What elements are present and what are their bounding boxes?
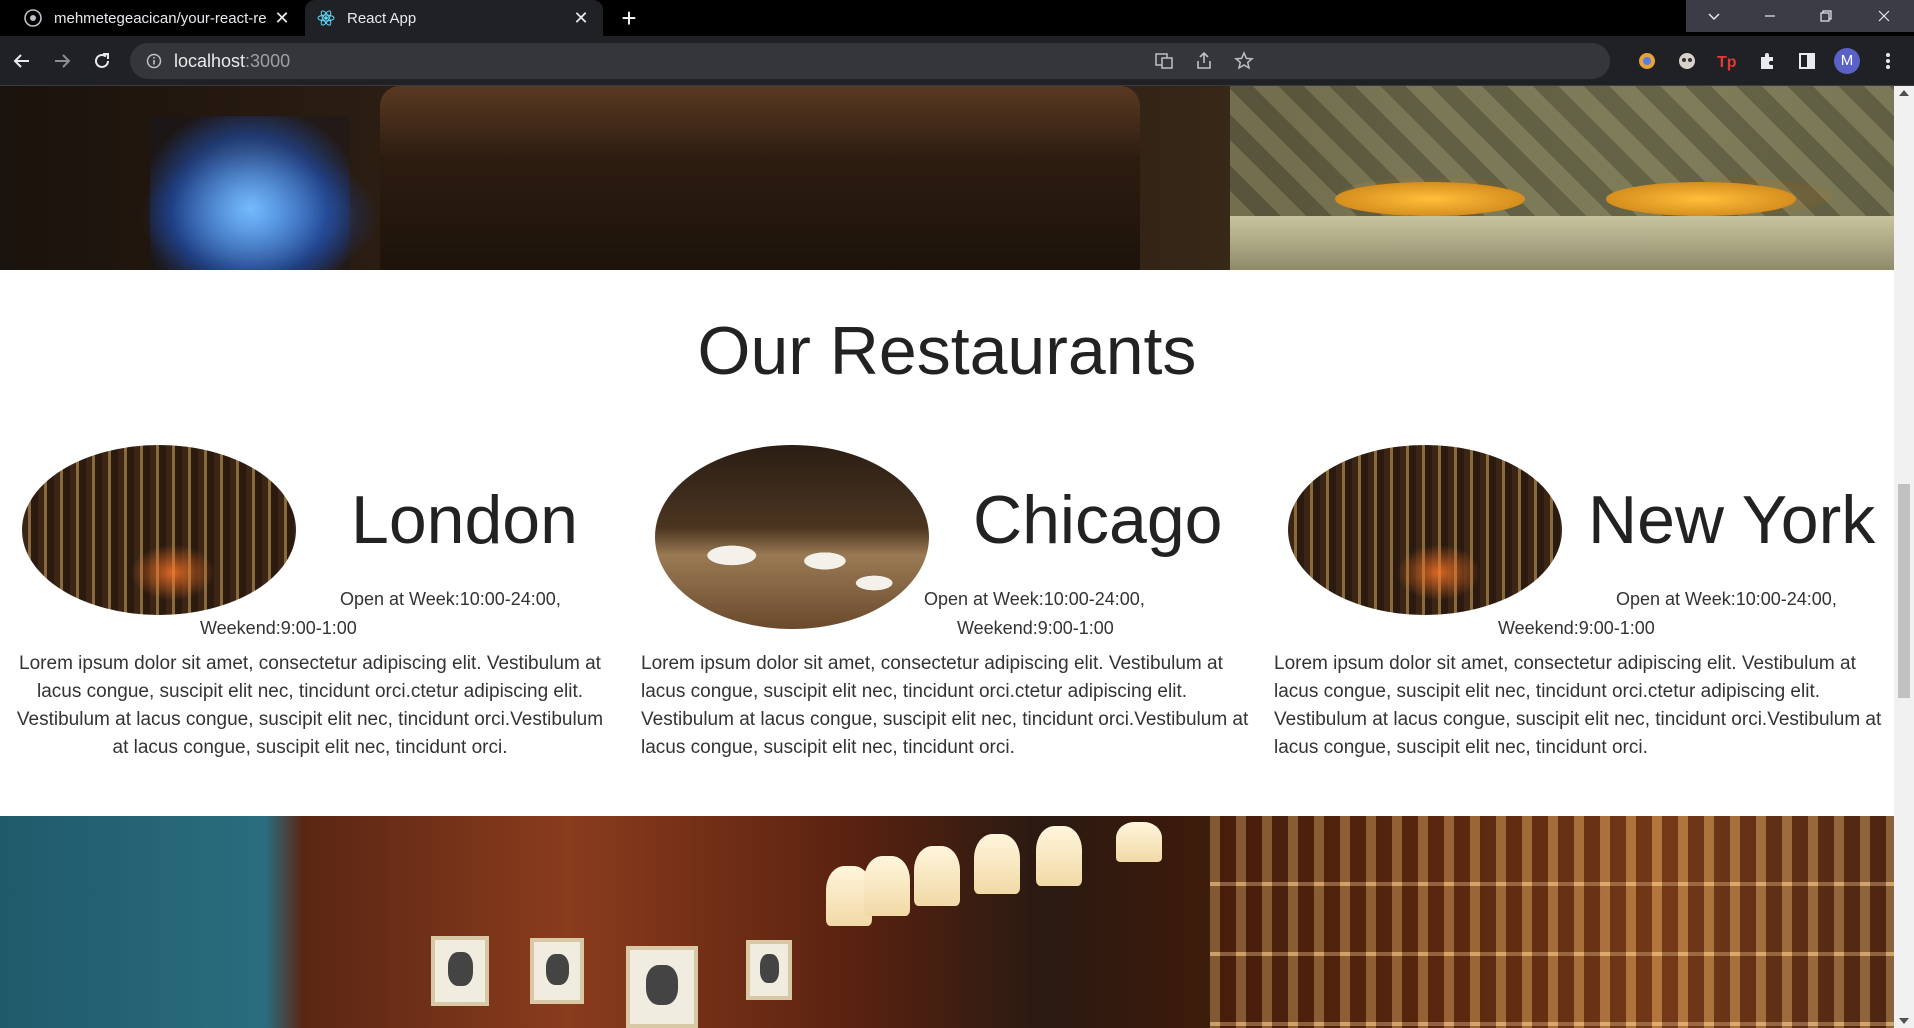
translate-icon[interactable] <box>1154 51 1174 71</box>
extensions-puzzle-icon[interactable] <box>1755 49 1779 73</box>
hero-image-bar <box>0 86 1894 270</box>
restore-button[interactable] <box>1798 0 1854 32</box>
url-host: localhost <box>174 50 246 71</box>
restaurant-card-london: London Open at Week:10:00-24:00, Weekend… <box>10 441 630 781</box>
close-icon[interactable]: ✕ <box>571 8 591 28</box>
hours-week: Open at Week:10:00-24:00, <box>340 589 561 609</box>
restaurant-city: London <box>351 482 578 558</box>
restaurant-hours: Open at Week:10:00-24:00, Weekend:9:00-1… <box>1498 585 1878 643</box>
minimize-button[interactable] <box>1742 0 1798 32</box>
github-icon <box>24 9 42 27</box>
hours-weekend: Weekend:9:00-1:00 <box>957 618 1114 638</box>
star-icon[interactable] <box>1234 51 1254 71</box>
minimize-icon <box>1765 15 1775 17</box>
info-icon <box>146 53 162 69</box>
extension-mask-icon[interactable] <box>1675 49 1699 73</box>
hours-week: Open at Week:10:00-24:00, <box>1616 589 1837 609</box>
back-button[interactable] <box>6 45 38 77</box>
close-icon <box>1878 10 1890 22</box>
window-close-button[interactable] <box>1854 0 1914 32</box>
tab-react-app[interactable]: React App ✕ <box>305 0 603 36</box>
tab-github[interactable]: mehmetegeacican/your-react-re ✕ <box>12 0 304 36</box>
extension-color-icon[interactable] <box>1635 49 1659 73</box>
url-port: :3000 <box>245 50 291 71</box>
extension-tp-icon[interactable]: Tp <box>1715 49 1739 73</box>
arrow-left-icon <box>13 54 29 68</box>
restaurant-description: Lorem ipsum dolor sit amet, consectetur … <box>16 653 604 758</box>
hours-weekend: Weekend:9:00-1:00 <box>1498 618 1655 638</box>
hours-weekend: Weekend:9:00-1:00 <box>200 618 357 638</box>
hero-image-bar-bottom <box>0 816 1894 1028</box>
restaurant-card-chicago: Chicago Open at Week:10:00-24:00, Weeken… <box>641 441 1261 781</box>
url-text: localhost:3000 <box>174 51 290 72</box>
restaurant-description: Lorem ipsum dolor sit amet, consectetur … <box>641 653 1249 758</box>
restaurant-description: Lorem ipsum dolor sit amet, consectetur … <box>1274 653 1882 758</box>
page-scrollbar[interactable] <box>1894 86 1914 1028</box>
restaurant-card-new-york: New York Open at Week:10:00-24:00, Weeke… <box>1274 441 1894 781</box>
restore-icon <box>1820 10 1832 22</box>
more-menu-icon[interactable] <box>1876 49 1900 73</box>
browser-tab-bar: mehmetegeacican/your-react-re ✕ React Ap… <box>0 0 1914 36</box>
arrow-right-icon <box>55 54 71 68</box>
restaurant-hours: Open at Week:10:00-24:00, Weekend:9:00-1… <box>200 585 580 643</box>
react-icon <box>317 9 335 27</box>
scroll-up-arrow-icon[interactable] <box>1899 90 1909 96</box>
address-bar[interactable]: localhost:3000 <box>130 43 1610 79</box>
tab-title: React App <box>347 9 417 27</box>
tab-search-button[interactable] <box>1686 0 1742 32</box>
restaurant-city: Chicago <box>973 482 1223 558</box>
share-icon[interactable] <box>1194 51 1214 71</box>
scroll-down-arrow-icon[interactable] <box>1899 1018 1909 1024</box>
side-panel-icon[interactable] <box>1795 49 1819 73</box>
page-viewport: Our Restaurants London Open at Week:10:0… <box>0 86 1894 1028</box>
reload-button[interactable] <box>86 45 118 77</box>
close-icon[interactable]: ✕ <box>272 8 292 28</box>
hours-week: Open at Week:10:00-24:00, <box>924 589 1145 609</box>
browser-toolbar: localhost:3000 Tp M <box>0 36 1914 86</box>
restaurant-city: New York <box>1588 482 1876 558</box>
new-tab-button[interactable]: + <box>615 4 643 32</box>
scrollbar-thumb[interactable] <box>1898 484 1910 698</box>
reload-icon <box>95 53 109 68</box>
restaurant-photo <box>655 445 929 629</box>
section-title: Our Restaurants <box>697 313 1197 389</box>
tab-title: mehmetegeacican/your-react-re <box>54 9 267 27</box>
profile-avatar[interactable]: M <box>1834 48 1860 74</box>
svg-text:Tp: Tp <box>1717 54 1737 71</box>
chevron-down-icon <box>1708 13 1720 21</box>
forward-button[interactable] <box>46 45 78 77</box>
restaurant-hours: Open at Week:10:00-24:00, Weekend:9:00-1… <box>924 585 1204 643</box>
